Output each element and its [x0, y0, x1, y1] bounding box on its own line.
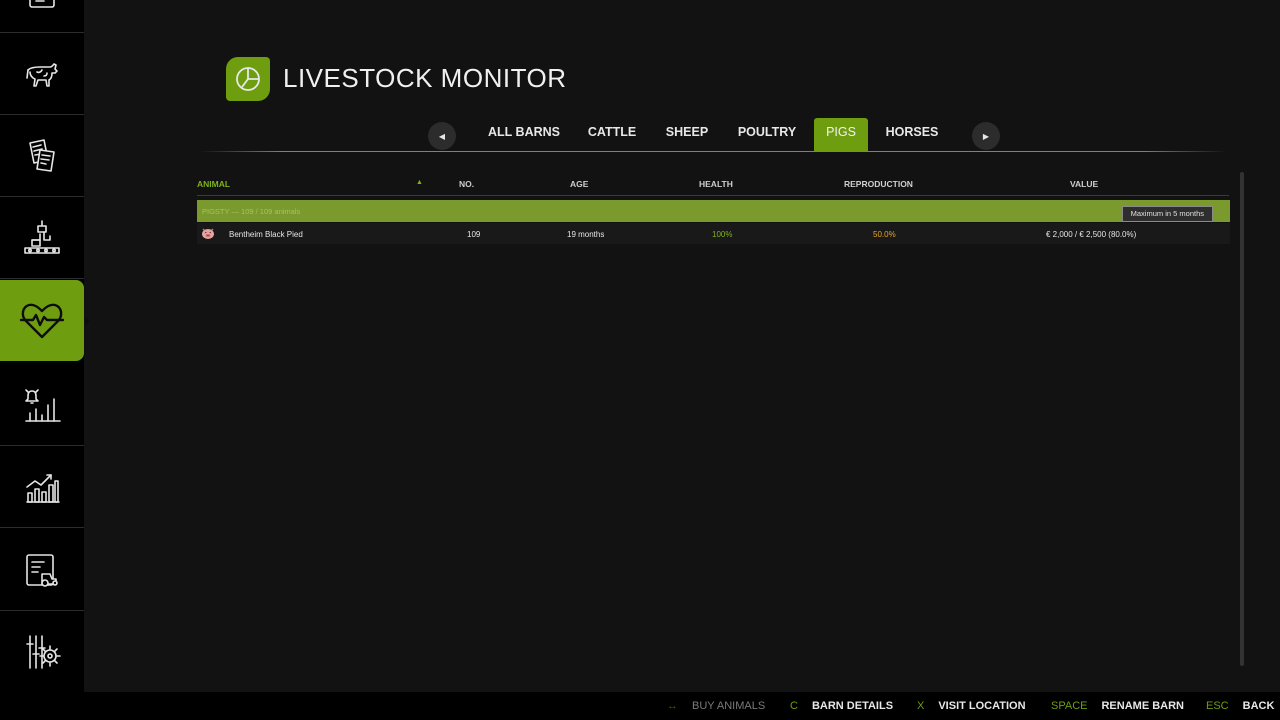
table-row[interactable]: Bentheim Black Pied 109 19 months 100% 5…: [197, 223, 1230, 244]
sidebar-item-map[interactable]: [0, 0, 84, 33]
column-header-health[interactable]: HEALTH: [699, 179, 733, 189]
animal-count: 109: [467, 230, 481, 239]
chevron-left-icon: ◀: [438, 131, 446, 141]
animal-health-icon: [19, 303, 65, 338]
table-scrollbar[interactable]: [1240, 172, 1244, 666]
sidebar-item-production[interactable]: [0, 197, 84, 279]
tab-poultry[interactable]: POULTRY: [731, 118, 803, 151]
previous-tab-button[interactable]: ◀: [428, 122, 456, 150]
sidebar-item-livestock-monitor[interactable]: [0, 280, 90, 361]
settings-icon: [26, 634, 61, 669]
next-tab-button[interactable]: ▶: [972, 122, 1000, 150]
animal-name: Bentheim Black Pied: [229, 230, 303, 239]
visit-location-action[interactable]: X VISIT LOCATION: [917, 700, 1026, 712]
barn-group-label: PIGSTY — 109 / 109 animals: [202, 207, 301, 216]
animal-age: 19 months: [567, 230, 605, 239]
cow-icon: [26, 62, 58, 87]
animal-value: € 2,000 / € 2,500 (80.0%): [1046, 230, 1137, 239]
animal-reproduction: 50.0%: [873, 230, 896, 239]
sidebar-item-vehicles[interactable]: [0, 529, 84, 611]
buy-animals-label: BUY ANIMALS: [692, 700, 766, 712]
contracts-icon: [29, 138, 55, 172]
tab-sheep[interactable]: SHEEP: [658, 118, 716, 151]
visit-location-label: VISIT LOCATION: [938, 700, 1026, 712]
sidebar-item-contracts[interactable]: [0, 115, 84, 197]
barn-details-key: C: [790, 700, 798, 712]
column-header-reproduction[interactable]: REPRODUCTION: [844, 179, 913, 189]
column-header-value[interactable]: VALUE: [1070, 179, 1098, 189]
back-key: ESC: [1206, 700, 1229, 712]
category-tabs: ◀ ALL BARNS CATTLE SHEEP POULTRY PIGS HO…: [196, 118, 1228, 154]
sidebar: [0, 0, 90, 693]
chevron-right-icon: ▶: [982, 131, 990, 141]
sidebar-item-animals[interactable]: [0, 33, 84, 115]
visit-location-key: X: [917, 700, 925, 712]
barn-group-row[interactable]: PIGSTY — 109 / 109 animals Maximum in 5 …: [197, 200, 1230, 222]
column-header-age[interactable]: AGE: [570, 179, 588, 189]
action-bar: ↔ BUY ANIMALS C BARN DETAILS X VISIT LOCATI…: [0, 692, 1280, 720]
column-header-number[interactable]: NO.: [459, 179, 474, 189]
tab-all-barns[interactable]: ALL BARNS: [482, 118, 566, 151]
table-header: ANIMAL ▲ NO. AGE HEALTH REPRODUCTION VAL…: [197, 176, 1229, 196]
map-icon: [29, 0, 55, 8]
column-header-animal[interactable]: ANIMAL: [197, 179, 230, 189]
buy-animals-key: ↔: [667, 700, 678, 712]
sidebar-item-settings[interactable]: [0, 611, 84, 693]
rename-barn-action[interactable]: SPACE RENAME BARN: [1051, 700, 1184, 712]
tab-horses[interactable]: HORSES: [882, 118, 942, 151]
barn-details-action[interactable]: C BARN DETAILS: [790, 700, 893, 712]
pig-icon: [202, 228, 214, 239]
back-action[interactable]: ESC BACK: [1206, 700, 1274, 712]
sort-ascending-icon[interactable]: ▲: [416, 179, 423, 186]
capacity-badge: Maximum in 5 months: [1121, 206, 1213, 222]
livestock-monitor-logo: [226, 57, 270, 101]
buy-animals-action[interactable]: ↔ BUY ANIMALS: [667, 700, 765, 712]
tab-underline: [200, 151, 1226, 152]
price-alert-icon: [25, 388, 61, 422]
sidebar-item-price-alerts[interactable]: [0, 364, 84, 446]
tab-cattle[interactable]: CATTLE: [579, 118, 645, 151]
production-icon: [24, 219, 60, 254]
vehicles-icon: [26, 553, 58, 587]
back-label: BACK: [1242, 700, 1275, 712]
barn-details-label: BARN DETAILS: [811, 700, 894, 712]
statistics-icon: [26, 473, 60, 503]
pie-chart-icon: [236, 67, 260, 91]
page-title: LIVESTOCK MONITOR: [283, 63, 567, 93]
animal-health: 100%: [712, 230, 733, 239]
rename-barn-label: RENAME BARN: [1101, 700, 1184, 712]
rename-barn-key: SPACE: [1051, 700, 1088, 712]
tab-pigs[interactable]: PIGS: [814, 118, 868, 151]
active-indicator-arrow: [85, 316, 90, 326]
sidebar-item-statistics[interactable]: [0, 446, 84, 528]
